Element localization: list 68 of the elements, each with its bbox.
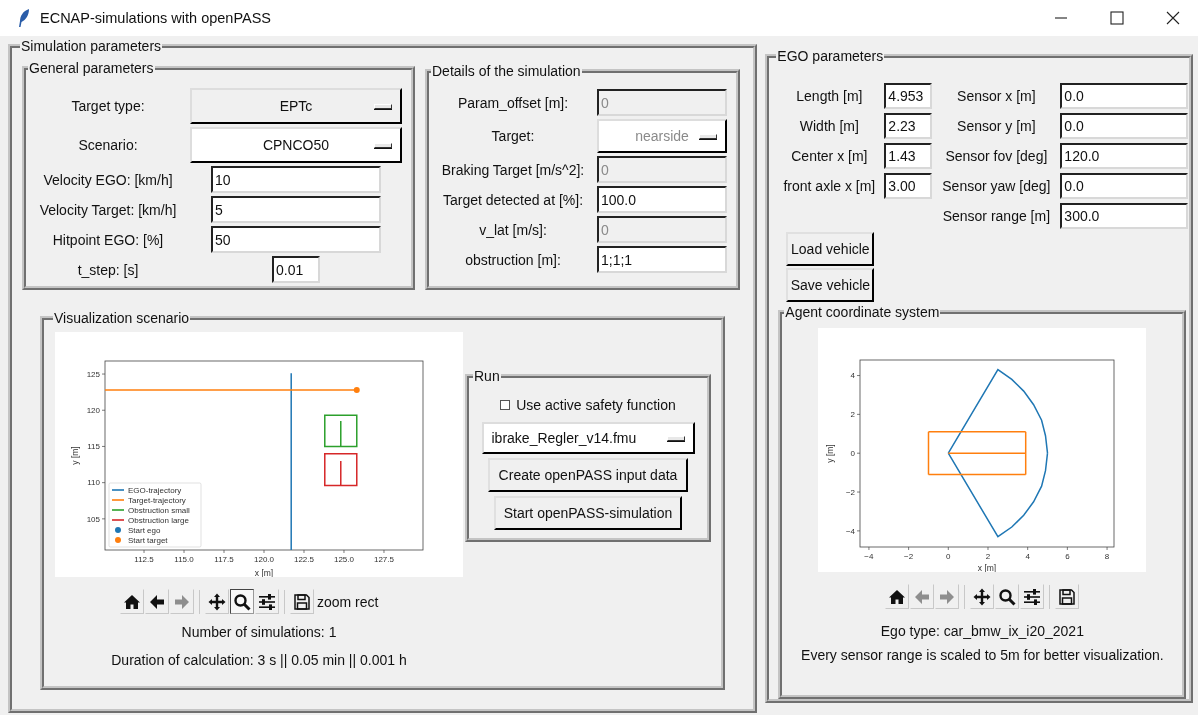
legend-label: EGO-trajectory [128,486,182,495]
field-label: Target detected at [%]: [441,191,585,208]
field-label: Width [m] [798,118,860,134]
tick-label: 4 [1025,552,1031,561]
tick-label: 2 [850,410,856,420]
tick-label: 110 [87,478,100,488]
tick-label: 120.0 [254,555,274,564]
tick-label: 2 [986,552,991,561]
group-title: Agent coordinate system [784,304,941,320]
axis-label: x [m] [254,568,274,577]
tick-label: 105 [86,514,100,524]
field-label: obstruction [m]: [464,251,562,268]
tick-label: 120 [86,406,100,416]
window-title: ECNAP-simulations with openPASS [40,10,272,26]
field-label: t_step: [s] [76,261,140,278]
tick-label: 4 [850,371,856,381]
tick-label: −2 [846,487,856,497]
field-label: Sensor y [m] [956,118,1037,134]
field-label: Sensor fov [deg] [944,148,1049,164]
tick-label: 115 [87,442,100,452]
tick-label: 115.0 [174,555,194,564]
field-label: v_lat [m/s]: [478,221,548,238]
field-label: Param_offset [m]: [456,94,570,111]
tick-label: 125 [86,369,100,379]
field-label: Braking Target [m/s^2]: [440,161,586,178]
group-title: Run [473,368,501,384]
tick-label: 0 [850,449,856,458]
axis-label: y [m] [69,446,80,465]
info-text: Every sensor range is scaled to 5m for better visualization. [801,647,1164,663]
tick-label: −2 [904,552,914,561]
group-title: Details of the simulation [431,63,582,79]
group-title: EGO parameters [776,48,885,64]
field-label: Sensor x [m] [956,88,1037,104]
tick-label: 127.5 [373,555,394,564]
field-label: Target: [490,128,536,144]
tick-label: 117.5 [214,555,234,564]
tick-label: 125.0 [333,555,354,564]
tick-label: 0 [946,552,951,561]
tick-label: −4 [846,526,856,536]
axis-label: x [m] [978,563,997,572]
field-label: Velocity EGO: [km/h] [42,171,174,188]
legend-label: Target-trajectory [128,496,186,505]
tick-label: −4 [864,552,874,561]
tick-label: 6 [1065,552,1070,561]
field-label: Scenario: [77,137,139,153]
info-text: Number of simulations: 1 [181,624,337,640]
legend-label: Obstruction small [128,506,190,515]
info-text: Duration of calculation: 3 s || 0.05 min || 0.001 h [111,652,407,668]
legend-label: Start target [128,536,168,545]
info-text: Ego type: car_bmw_ix_i20_2021 [880,623,1084,639]
group-title: Simulation parameters [20,38,163,54]
tick-label: 112.5 [134,555,154,564]
tick-label: 122.5 [293,555,314,564]
axis-label: y [m] [825,444,836,463]
field-label: Hitpoint EGO: [%] [51,231,165,248]
field-label: Target type: [70,98,146,114]
legend-label: Start ego [128,526,161,535]
group-title: Visualization scenario [53,310,191,326]
field-label: Sensor range [m] [941,208,1052,224]
field-label: front axle x [m] [782,178,877,194]
group-title: General parameters [28,60,155,76]
field-label: Center x [m] [790,148,869,164]
tick-label: 8 [1105,552,1110,561]
field-label: Length [m] [795,88,864,104]
field-label: Sensor yaw [deg] [941,178,1052,194]
status-message: zoom rect [317,593,379,610]
legend-label: Obstruction large [128,516,189,525]
field-label: Velocity Target: [km/h] [38,201,178,218]
